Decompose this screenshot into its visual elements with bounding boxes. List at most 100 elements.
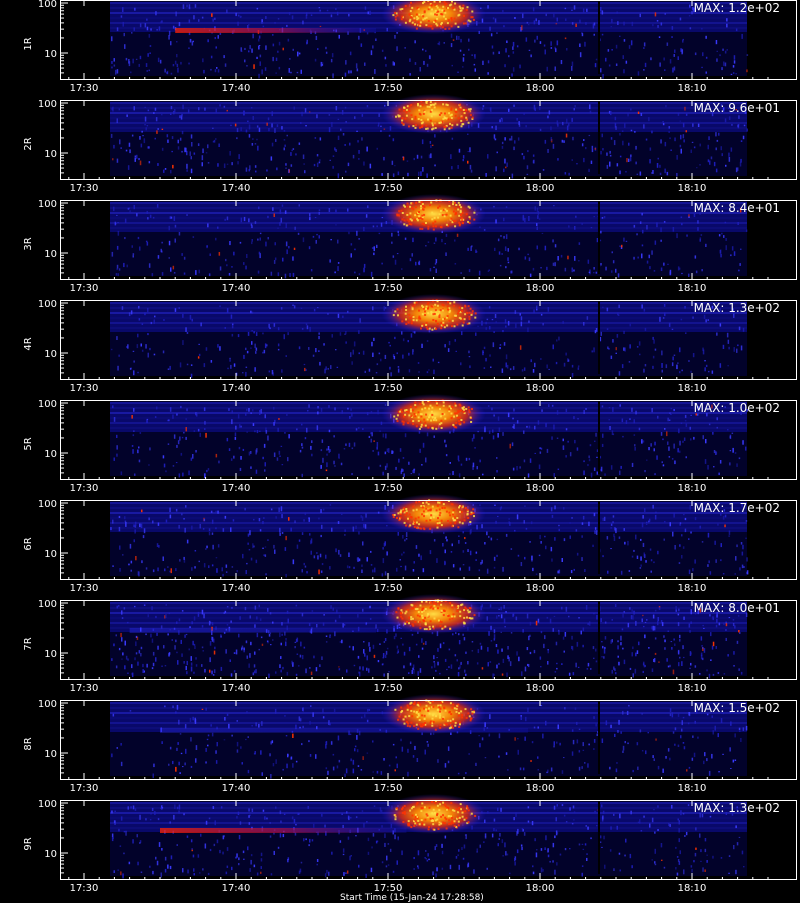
speckle bbox=[272, 34, 274, 35]
speckle bbox=[215, 37, 217, 39]
blob-grain bbox=[427, 106, 429, 108]
speckle bbox=[533, 155, 535, 157]
speckle bbox=[465, 542, 467, 543]
speckle bbox=[446, 454, 448, 456]
blob-grain bbox=[414, 23, 416, 25]
blob-grain bbox=[394, 310, 396, 312]
speckle bbox=[181, 453, 183, 456]
blob-grain bbox=[455, 204, 457, 206]
speckle bbox=[256, 470, 258, 474]
speckle bbox=[513, 51, 515, 53]
blob-grain bbox=[451, 17, 453, 19]
blob-grain bbox=[453, 613, 455, 615]
speckle bbox=[707, 465, 709, 470]
blob-grain bbox=[400, 517, 402, 519]
blob-grain bbox=[437, 607, 439, 609]
speckle bbox=[295, 642, 297, 643]
speckle bbox=[681, 370, 683, 372]
speckle bbox=[302, 613, 304, 616]
speckle bbox=[357, 69, 359, 72]
blob-grain bbox=[426, 502, 428, 504]
speckle bbox=[386, 651, 388, 655]
speckle bbox=[113, 207, 115, 211]
speckle bbox=[305, 437, 307, 439]
speckle bbox=[413, 665, 415, 669]
speckle bbox=[395, 260, 397, 265]
speckle bbox=[556, 339, 558, 341]
speckle bbox=[254, 652, 256, 655]
speckle bbox=[199, 270, 201, 274]
speckle bbox=[724, 673, 726, 674]
speckle bbox=[565, 353, 567, 356]
speckle bbox=[663, 317, 665, 319]
speckle bbox=[203, 528, 205, 530]
speckle bbox=[330, 605, 332, 609]
speckle bbox=[281, 369, 283, 372]
speckle bbox=[230, 527, 232, 532]
speckle bbox=[122, 7, 124, 12]
speckle bbox=[706, 669, 708, 671]
blob-grain bbox=[441, 226, 443, 228]
speckle bbox=[613, 515, 615, 517]
blob-grain bbox=[457, 417, 459, 419]
speckle bbox=[267, 539, 269, 541]
speckle bbox=[565, 632, 567, 637]
blob-grain bbox=[421, 424, 423, 426]
blob-grain bbox=[404, 410, 406, 412]
speckle bbox=[463, 155, 465, 159]
speckle bbox=[231, 458, 233, 461]
speckle bbox=[496, 644, 498, 647]
speckle bbox=[716, 646, 718, 649]
speckle bbox=[686, 456, 688, 458]
speckle bbox=[361, 43, 363, 47]
speckle bbox=[335, 224, 337, 225]
blob-grain bbox=[451, 124, 453, 126]
speckle bbox=[285, 536, 287, 540]
speckle bbox=[177, 64, 179, 67]
speckle bbox=[323, 509, 325, 511]
speckle bbox=[581, 557, 583, 561]
blob-grain bbox=[461, 217, 463, 219]
speckle bbox=[573, 672, 575, 675]
speckle bbox=[592, 545, 594, 547]
speckle bbox=[682, 49, 684, 54]
speckle bbox=[731, 124, 733, 126]
speckle bbox=[191, 458, 193, 461]
speckle bbox=[202, 610, 204, 615]
speckle bbox=[249, 530, 251, 535]
blob-grain bbox=[453, 416, 455, 418]
speckle bbox=[211, 56, 213, 59]
speckle bbox=[459, 149, 461, 153]
speckle bbox=[663, 58, 665, 61]
speckle bbox=[284, 148, 286, 151]
speckle bbox=[187, 364, 189, 366]
speckle bbox=[637, 174, 639, 175]
blob-grain bbox=[415, 605, 417, 607]
speckle bbox=[616, 353, 618, 354]
blob-grain bbox=[423, 214, 425, 216]
speckle bbox=[116, 454, 118, 457]
speckle bbox=[362, 609, 364, 612]
speckle bbox=[186, 427, 188, 431]
speckle bbox=[500, 265, 502, 267]
speckle bbox=[281, 446, 283, 447]
speckle bbox=[280, 656, 282, 659]
speckle bbox=[294, 305, 296, 308]
speckle bbox=[112, 158, 114, 160]
speckle bbox=[306, 428, 308, 433]
blob-grain bbox=[404, 219, 406, 221]
speckle bbox=[334, 465, 336, 466]
speckle bbox=[667, 442, 669, 445]
speckle bbox=[638, 112, 640, 114]
speckle bbox=[679, 441, 681, 446]
speckle bbox=[728, 347, 730, 350]
speckle bbox=[665, 13, 667, 15]
speckle bbox=[111, 349, 113, 350]
speckle bbox=[214, 647, 216, 650]
speckle bbox=[611, 49, 613, 51]
speckle bbox=[204, 421, 206, 425]
speckle bbox=[274, 260, 276, 264]
speckle bbox=[622, 141, 624, 146]
speckle bbox=[371, 50, 373, 55]
speckle bbox=[698, 124, 700, 127]
